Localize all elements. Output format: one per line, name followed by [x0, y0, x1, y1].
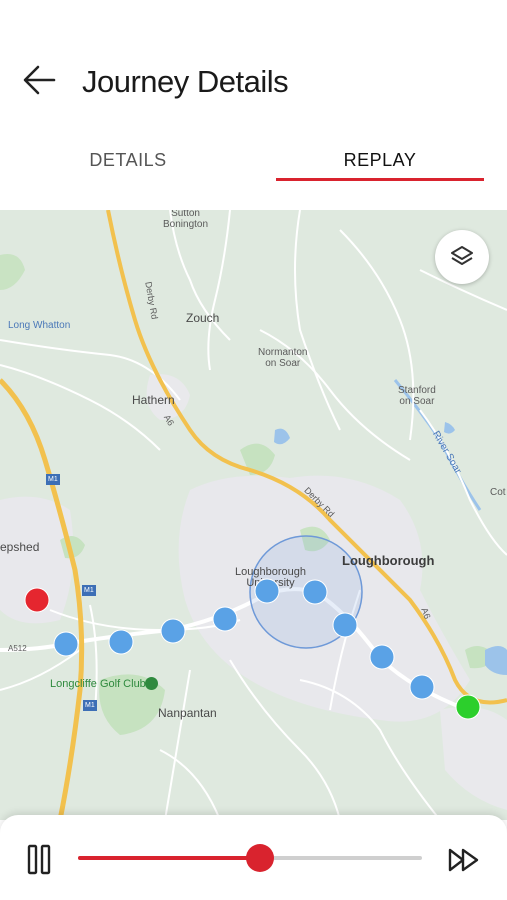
- route-point: [108, 629, 134, 655]
- journey-map[interactable]: Sutton Bonington Long Whatton Zouch Norm…: [0, 210, 507, 820]
- start-marker: [24, 587, 50, 613]
- route-point: [160, 618, 186, 644]
- route-point: [254, 578, 280, 604]
- fast-forward-button[interactable]: [446, 845, 482, 875]
- route-point: [332, 612, 358, 638]
- replay-controls: [0, 815, 507, 900]
- route-point: [53, 631, 79, 657]
- route-point: [369, 644, 395, 670]
- replay-progress-thumb[interactable]: [246, 844, 275, 872]
- map-layers-button[interactable]: [435, 230, 489, 284]
- arrow-left-icon: [23, 65, 56, 95]
- tab-bar: DETAILS REPLAY: [0, 135, 507, 190]
- tab-replay[interactable]: REPLAY: [278, 150, 482, 171]
- app-header: Journey Details: [0, 0, 507, 130]
- pause-button[interactable]: [22, 843, 56, 877]
- replay-progress-slider[interactable]: [78, 844, 422, 872]
- journey-route: [24, 578, 481, 720]
- replay-progress-fill: [78, 856, 261, 860]
- fast-forward-icon: [448, 848, 479, 872]
- back-button[interactable]: [18, 58, 62, 102]
- route-point: [302, 579, 328, 605]
- route-point: [409, 674, 435, 700]
- end-marker: [455, 694, 481, 720]
- active-tab-indicator: [276, 178, 484, 181]
- page-title: Journey Details: [82, 64, 289, 99]
- pause-icon: [27, 844, 51, 875]
- layers-icon: [451, 246, 473, 265]
- route-point: [212, 606, 238, 632]
- tab-details[interactable]: DETAILS: [28, 150, 228, 171]
